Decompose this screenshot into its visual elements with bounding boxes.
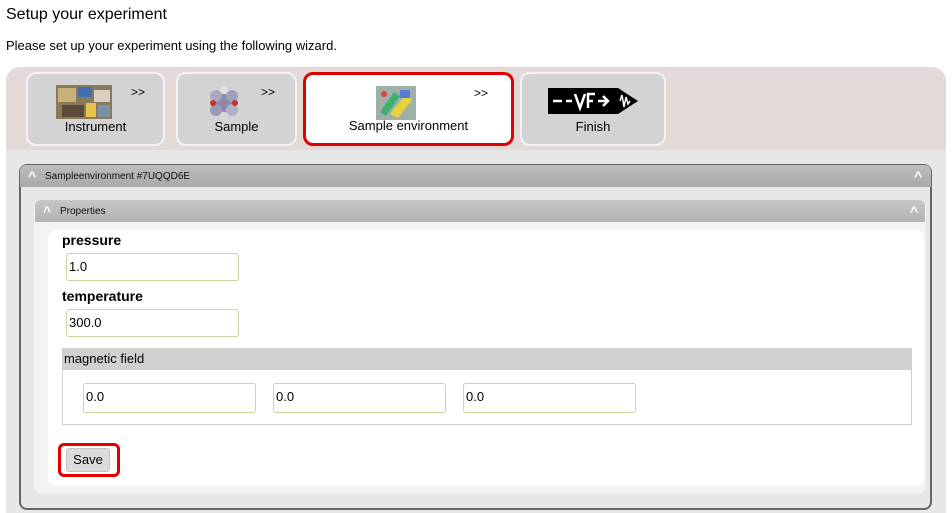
- wizard-step-finish[interactable]: Finish: [520, 72, 666, 146]
- wizard-step-label: Sample: [214, 119, 259, 134]
- finish-logo: [548, 88, 638, 114]
- section-title: Sampleenvironment #7UQQD6E: [45, 171, 191, 182]
- properties-title: Properties: [60, 206, 106, 217]
- instrument-image: [56, 85, 112, 119]
- save-button[interactable]: Save: [66, 448, 110, 472]
- pressure-label: pressure: [62, 232, 122, 248]
- wizard-step-sample-environment[interactable]: >> Sample environment: [303, 72, 514, 146]
- magnetic-field-label: magnetic field: [62, 348, 912, 370]
- pressure-input[interactable]: 1.0: [66, 253, 239, 281]
- wizard-step-instrument[interactable]: >> Instrument: [26, 72, 165, 146]
- wizard-step-sample[interactable]: >> Sample: [176, 72, 297, 146]
- collapse-caret-icon[interactable]: ^: [910, 204, 918, 218]
- collapse-caret-icon[interactable]: ^: [28, 169, 36, 183]
- next-arrow: >>: [261, 85, 276, 99]
- sample-environment-icon: [376, 86, 416, 120]
- wizard-step-label: Finish: [575, 119, 611, 134]
- page-title: Setup your experiment: [6, 6, 167, 23]
- temperature-input[interactable]: 300.0: [66, 309, 239, 337]
- wizard-step-label: Instrument: [64, 119, 127, 134]
- collapse-caret-icon[interactable]: ^: [43, 204, 51, 218]
- temperature-label: temperature: [62, 288, 143, 304]
- molecule-icon: [210, 86, 238, 120]
- wizard-step-label: Sample environment: [348, 118, 469, 133]
- magnetic-field-x-input[interactable]: 0.0: [83, 383, 256, 413]
- next-arrow: >>: [131, 85, 146, 99]
- page-subtitle: Please set up your experiment using the …: [6, 38, 337, 53]
- magnetic-field-z-input[interactable]: 0.0: [463, 383, 636, 413]
- next-arrow: >>: [474, 86, 489, 100]
- properties-header[interactable]: [35, 200, 925, 222]
- magnetic-field-y-input[interactable]: 0.0: [273, 383, 446, 413]
- collapse-caret-icon[interactable]: ^: [914, 169, 922, 183]
